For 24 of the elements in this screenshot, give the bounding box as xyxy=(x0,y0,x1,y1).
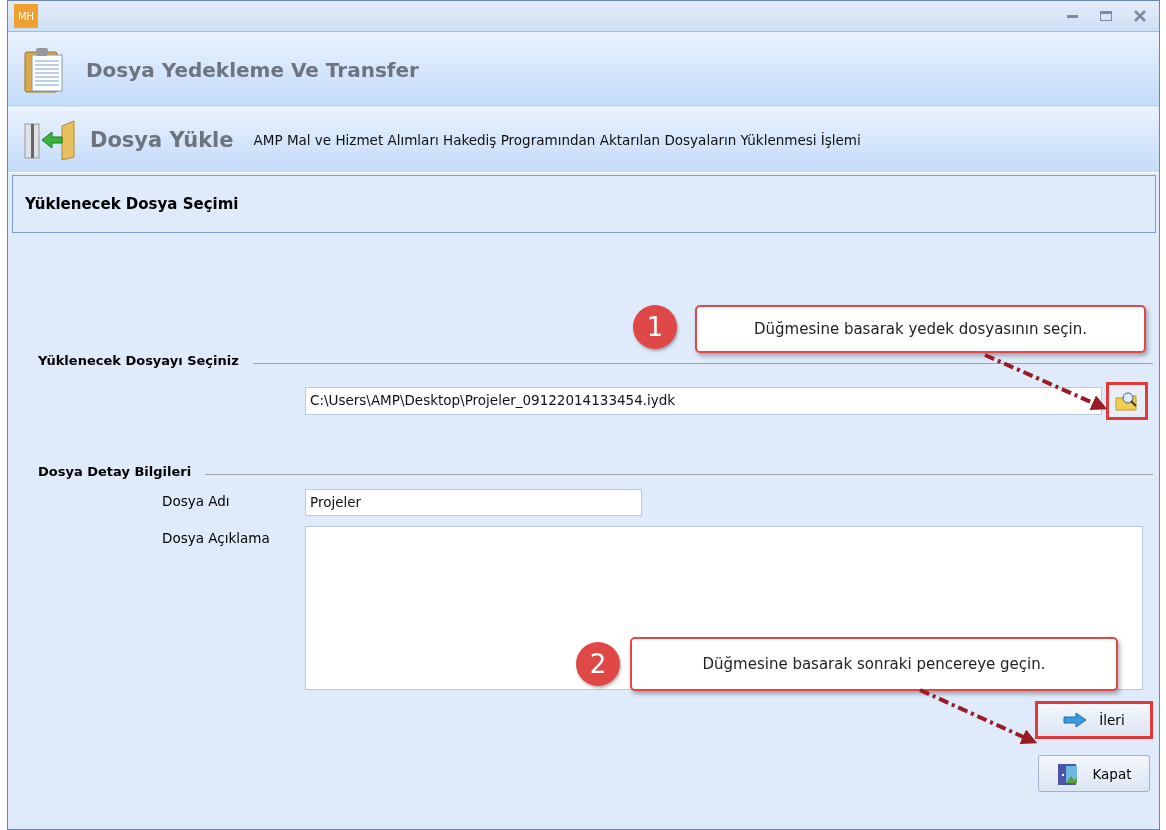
maximize-icon xyxy=(1100,11,1112,21)
group-title: Dosya Detay Bilgileri xyxy=(38,464,192,479)
clipboard-icon xyxy=(24,46,66,93)
group-title: Yüklenecek Dosyayı Seçiniz xyxy=(38,353,239,368)
step-number-tooltip: 1 xyxy=(633,305,677,349)
page-description: AMP Mal ve Hizmet Alımları Hakediş Programından Aktarılan Dosyaların Yüklenmesi İşlemi xyxy=(253,132,861,148)
close-icon xyxy=(1134,10,1146,22)
next-button[interactable]: İleri xyxy=(1035,701,1153,739)
page-title: Dosya Yükle xyxy=(90,128,234,152)
field-label: Dosya Adı xyxy=(162,492,231,511)
field-label: Dosya Açıklama xyxy=(162,529,271,548)
callout-tooltip: Düğmesine basarak sonraki pencereye geçin. xyxy=(630,637,1118,691)
folder-search-icon xyxy=(1115,390,1139,412)
browse-button[interactable] xyxy=(1106,382,1148,420)
app-logo: MH xyxy=(14,4,38,28)
section-title: Yüklenecek Dosya Seçimi xyxy=(12,175,1156,233)
close-window-button[interactable]: Kapat xyxy=(1038,755,1150,792)
callout-tooltip: Düğmesine basarak yedek dosyasının seçin. xyxy=(695,305,1146,353)
file-transfer-icon xyxy=(24,120,76,160)
right-arrow-icon xyxy=(1063,713,1088,727)
header-title: Dosya Yedekleme Ve Transfer xyxy=(86,57,419,82)
minimize-icon xyxy=(1066,14,1078,18)
name-field[interactable]: Projeler xyxy=(305,489,642,516)
file-path-field[interactable]: C:\Users\AMP\Desktop\Projeler_09122014133454.iydk xyxy=(305,387,1102,415)
